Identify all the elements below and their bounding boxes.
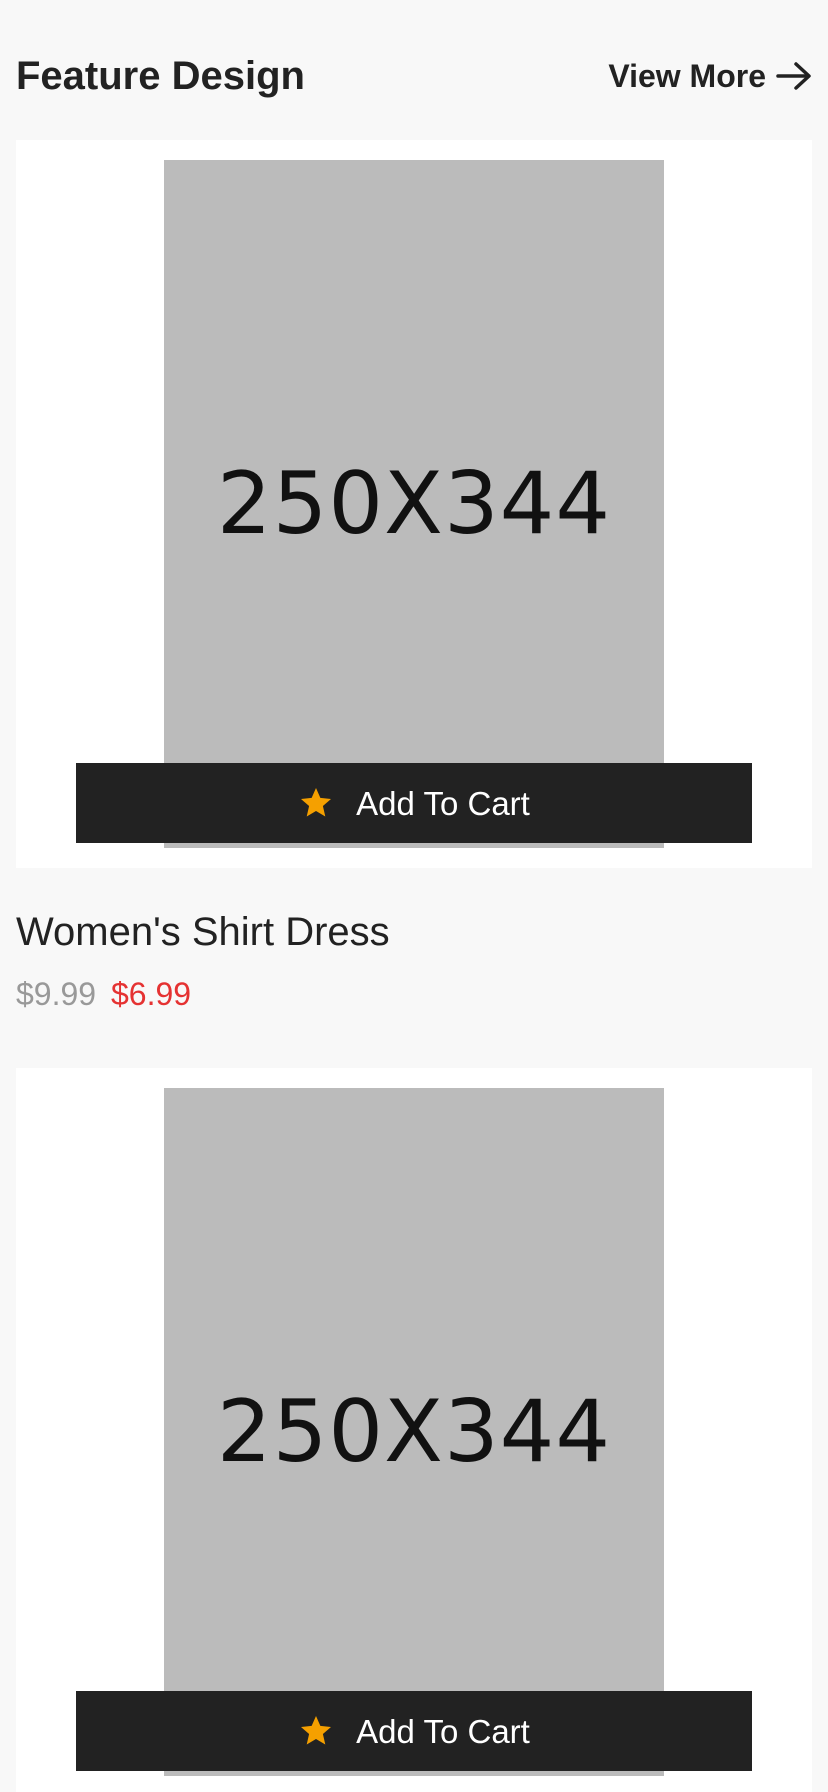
- product-image-placeholder[interactable]: 250X344: [164, 1088, 664, 1776]
- star-icon: [301, 1716, 332, 1745]
- product-prices: $9.99 $6.99: [16, 978, 390, 1010]
- section-header: Feature Design View More: [16, 48, 812, 104]
- placeholder-size-label: 250X344: [216, 1382, 612, 1482]
- page: Feature Design View More 250X344 Add To …: [0, 0, 828, 1792]
- original-price: $9.99: [16, 976, 97, 1012]
- product-image-placeholder[interactable]: 250X344: [164, 160, 664, 848]
- product-card[interactable]: 250X344 Add To Cart: [16, 140, 812, 868]
- arrow-right-icon: [776, 62, 811, 90]
- star-icon: [301, 788, 332, 817]
- view-more-label: View More: [608, 58, 766, 94]
- add-to-cart-button[interactable]: Add To Cart: [76, 763, 752, 843]
- sale-price: $6.99: [110, 976, 192, 1012]
- add-to-cart-button[interactable]: Add To Cart: [76, 1691, 752, 1771]
- product-name[interactable]: Women's Shirt Dress: [16, 912, 390, 952]
- product-info: Women's Shirt Dress $9.99 $6.99: [16, 912, 390, 1010]
- placeholder-size-label: 250X344: [216, 454, 612, 554]
- add-to-cart-label: Add To Cart: [356, 1712, 530, 1750]
- view-more-link[interactable]: View More: [608, 60, 812, 92]
- add-to-cart-label: Add To Cart: [356, 784, 530, 822]
- product-card[interactable]: 250X344 Add To Cart: [16, 1068, 812, 1792]
- section-title: Feature Design: [16, 54, 305, 98]
